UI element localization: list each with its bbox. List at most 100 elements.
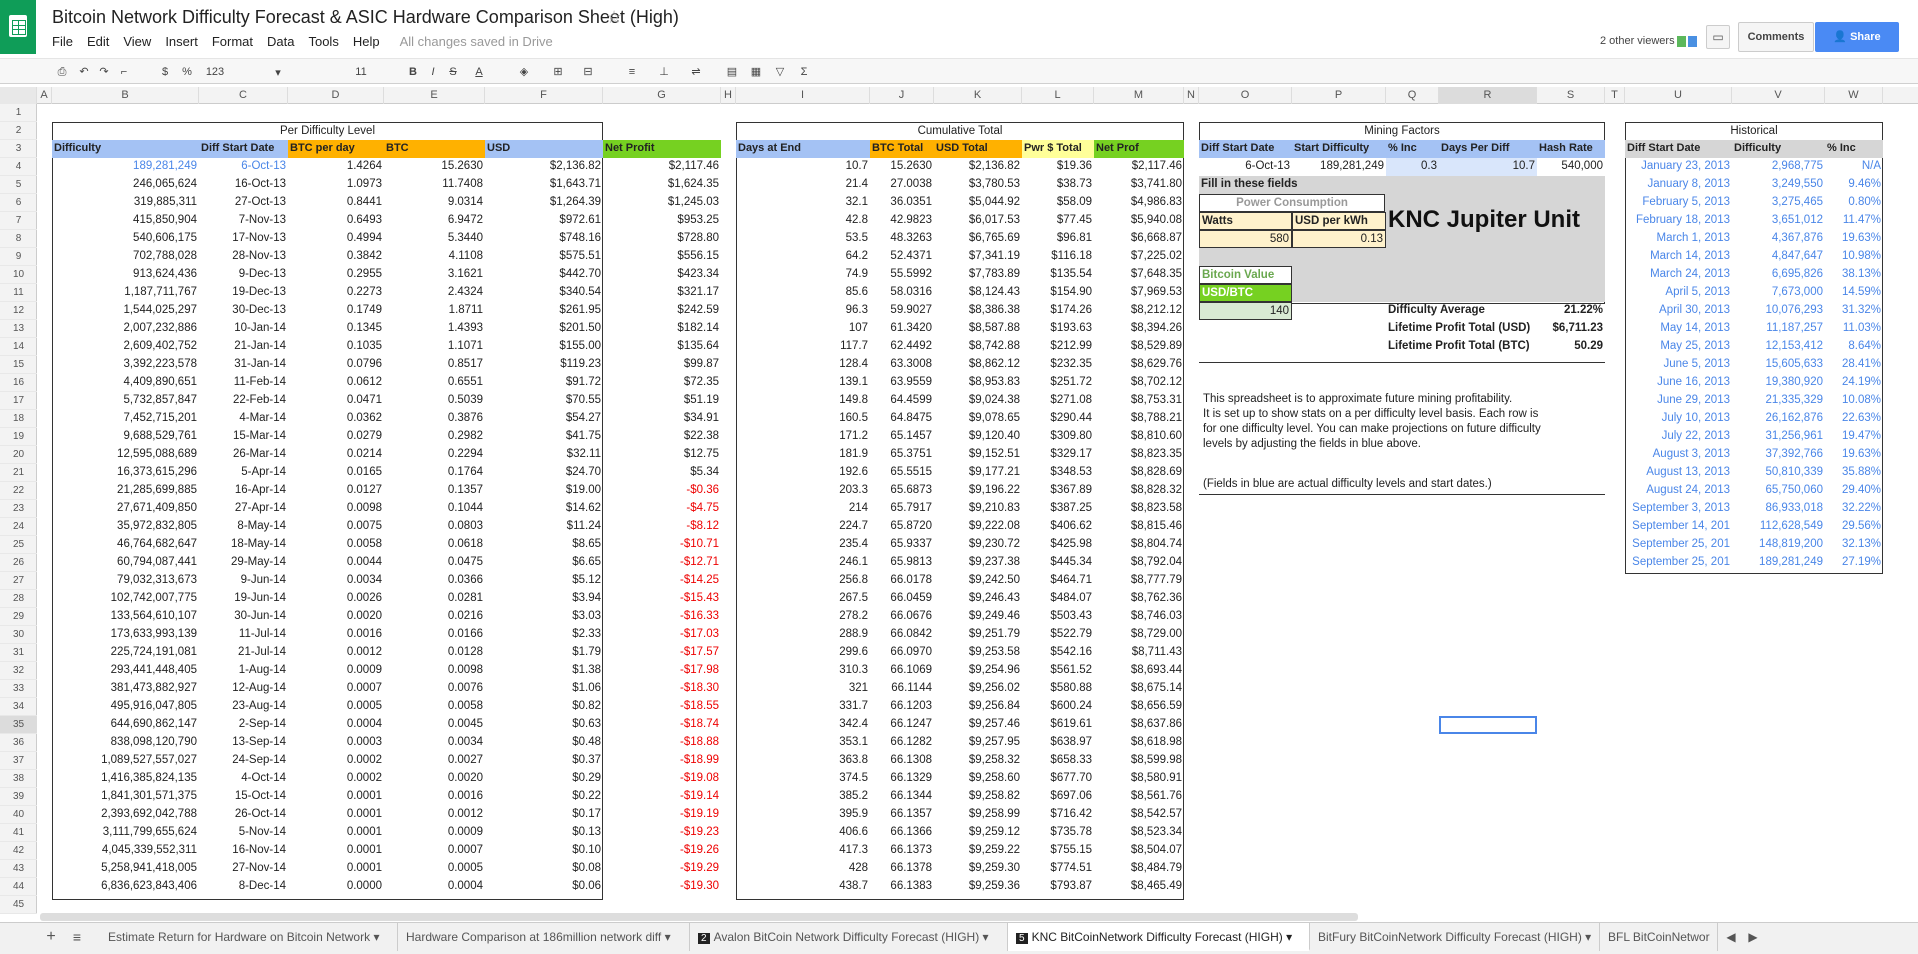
per-data-cell[interactable]: $5.12 [485,572,603,590]
per-data-cell[interactable]: $0.63 [485,716,603,734]
cum-data-cell[interactable]: 65.6873 [870,482,934,500]
per-data-cell[interactable]: 0.0003 [288,734,384,752]
per-data-cell[interactable]: 12,595,088,689 [52,446,199,464]
bitcoin-value-title[interactable]: Bitcoin Value [1199,266,1292,284]
historical-cell[interactable]: 19.47% [1825,428,1883,446]
functions-icon[interactable]: Σ [796,63,812,81]
per-data-cell[interactable]: 11.7408 [384,176,485,194]
per-data-cell[interactable]: 6.9472 [384,212,485,230]
usd-per-kwh-label[interactable]: USD per kWh [1292,212,1386,230]
cum-data-cell[interactable]: $387.25 [1022,500,1094,518]
cum-header-cell[interactable]: Net Prof [1094,140,1184,158]
cum-data-cell[interactable]: $232.35 [1022,356,1094,374]
cum-data-cell[interactable]: $348.53 [1022,464,1094,482]
historical-cell[interactable]: March 1, 2013 [1625,230,1732,248]
per-data-cell[interactable]: $242.59 [603,302,721,320]
per-data-cell[interactable]: 27-Nov-14 [199,860,288,878]
per-data-cell[interactable]: $1,643.71 [485,176,603,194]
historical-cell[interactable]: 21,335,329 [1732,392,1825,410]
font-family-select[interactable]: ▾ [238,63,318,81]
cum-data-cell[interactable]: $19.36 [1022,158,1094,176]
cum-data-cell[interactable]: 417.3 [736,842,870,860]
per-data-cell[interactable]: 0.0012 [288,644,384,662]
cum-data-cell[interactable]: 128.4 [736,356,870,374]
scroll-tabs-left-icon[interactable]: ◀ [1720,923,1742,951]
row-number[interactable]: 41 [0,824,37,842]
per-data-cell[interactable]: $91.72 [485,374,603,392]
per-data-cell[interactable]: 0.0362 [288,410,384,428]
per-data-cell[interactable]: 2,609,402,752 [52,338,199,356]
per-data-cell[interactable]: 5,732,857,847 [52,392,199,410]
cum-data-cell[interactable]: $8,394.26 [1094,320,1184,338]
row-number[interactable]: 24 [0,518,37,536]
row-number[interactable]: 17 [0,392,37,410]
per-data-cell[interactable]: $261.95 [485,302,603,320]
row-number[interactable]: 28 [0,590,37,608]
cum-data-cell[interactable]: $116.18 [1022,248,1094,266]
mining-factors-title[interactable]: Mining Factors [1199,122,1605,140]
cum-data-cell[interactable]: 66.0676 [870,608,934,626]
column-header[interactable]: D [288,87,384,104]
cum-data-cell[interactable]: $8,637.86 [1094,716,1184,734]
historical-cell[interactable]: September 25, 201 [1625,554,1732,572]
per-data-cell[interactable]: 3.1621 [384,266,485,284]
historical-cell[interactable]: February 5, 2013 [1625,194,1732,212]
menu-format[interactable]: Format [212,34,253,49]
per-data-cell[interactable]: 22-Feb-14 [199,392,288,410]
text-color-icon[interactable]: A [470,63,488,81]
historical-cell[interactable]: 6,695,826 [1732,266,1825,284]
cum-data-cell[interactable]: $8,788.21 [1094,410,1184,428]
per-data-cell[interactable]: 0.0009 [384,824,485,842]
per-data-cell[interactable]: 23-Aug-14 [199,698,288,716]
per-data-cell[interactable]: $2,136.82 [485,158,603,176]
per-data-cell[interactable]: 0.0005 [288,698,384,716]
cum-data-cell[interactable]: 52.4371 [870,248,934,266]
cum-data-cell[interactable]: 66.1203 [870,698,934,716]
menu-help[interactable]: Help [353,34,380,49]
historical-cell[interactable]: 3,651,012 [1732,212,1825,230]
per-data-cell[interactable]: 0.0475 [384,554,485,572]
per-data-cell[interactable]: 0.1345 [288,320,384,338]
cum-data-cell[interactable]: 66.1383 [870,878,934,896]
menu-view[interactable]: View [123,34,151,49]
cum-data-cell[interactable]: $9,242.50 [934,572,1022,590]
cum-data-cell[interactable]: $6,017.53 [934,212,1022,230]
cum-data-cell[interactable]: $8,618.98 [1094,734,1184,752]
per-data-cell[interactable]: 0.0007 [384,842,485,860]
note-text[interactable]: This spreadsheet is to approximate futur… [1201,392,1601,407]
historical-cell[interactable]: 19.63% [1825,446,1883,464]
per-data-cell[interactable]: $182.14 [603,320,721,338]
cum-data-cell[interactable]: $8,815.46 [1094,518,1184,536]
per-data-cell[interactable]: 9,688,529,761 [52,428,199,446]
per-data-cell[interactable]: 0.4994 [288,230,384,248]
per-data-cell[interactable]: 0.0796 [288,356,384,374]
per-data-cell[interactable]: 13-Sep-14 [199,734,288,752]
column-header[interactable]: W [1825,87,1883,104]
historical-cell[interactable]: N/A [1825,158,1883,176]
per-data-cell[interactable]: 0.1044 [384,500,485,518]
historical-cell[interactable]: February 18, 2013 [1625,212,1732,230]
column-header[interactable]: K [934,87,1022,104]
per-data-cell[interactable]: 4.1108 [384,248,485,266]
per-data-cell[interactable]: 1,187,711,767 [52,284,199,302]
per-data-cell[interactable]: 0.0366 [384,572,485,590]
historical-cell[interactable]: 14.59% [1825,284,1883,302]
cum-data-cell[interactable]: $135.54 [1022,266,1094,284]
per-data-cell[interactable]: 46,764,682,647 [52,536,199,554]
historical-cell[interactable]: 4,367,876 [1732,230,1825,248]
cum-data-cell[interactable]: 64.4599 [870,392,934,410]
per-data-cell[interactable]: 16,373,615,296 [52,464,199,482]
strikethrough-icon[interactable]: S [446,63,460,81]
cum-data-cell[interactable]: $9,259.36 [934,878,1022,896]
cum-data-cell[interactable]: $445.34 [1022,554,1094,572]
per-data-cell[interactable]: 0.8517 [384,356,485,374]
per-data-cell[interactable]: $19.00 [485,482,603,500]
historical-cell[interactable]: June 16, 2013 [1625,374,1732,392]
per-data-cell[interactable]: $155.00 [485,338,603,356]
per-data-cell[interactable]: 0.0007 [288,680,384,698]
historical-cell[interactable]: 65,750,060 [1732,482,1825,500]
column-header[interactable]: G [603,87,721,104]
cum-data-cell[interactable]: $8,542.57 [1094,806,1184,824]
historical-cell[interactable]: August 24, 2013 [1625,482,1732,500]
historical-cell[interactable]: September 3, 2013 [1625,500,1732,518]
